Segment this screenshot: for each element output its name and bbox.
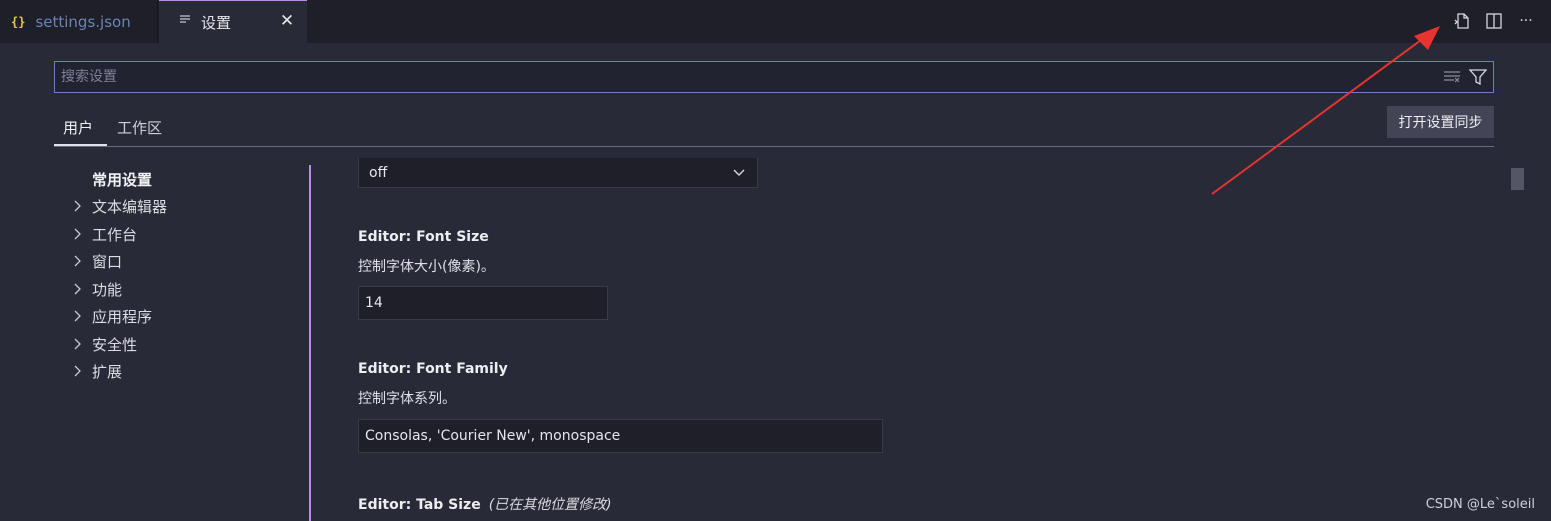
search-input[interactable] — [61, 62, 1431, 92]
tab-size-title-text: Editor: Tab Size — [358, 497, 481, 513]
chevron-right-icon — [70, 309, 84, 323]
json-braces-icon: {} — [11, 14, 26, 29]
toc-item-text-editor[interactable]: 文本编辑器 — [70, 195, 167, 217]
toc-label: 工作台 — [92, 225, 138, 244]
watermark: CSDN @Le`soleil — [1425, 497, 1535, 512]
split-editor-icon[interactable] — [1483, 10, 1505, 32]
close-icon[interactable]: ✕ — [277, 11, 297, 31]
toc-item-window[interactable]: 窗口 — [70, 250, 122, 272]
scrollbar[interactable] — [1511, 168, 1524, 190]
tab-workspace[interactable]: 工作区 — [117, 117, 162, 138]
chevron-right-icon — [70, 282, 84, 296]
chevron-down-icon — [731, 164, 747, 184]
select-value: off — [369, 164, 388, 181]
tab-settings[interactable]: 设置 ✕ — [159, 0, 307, 43]
editor-actions: ··· — [1451, 10, 1537, 32]
font-size-title: Editor: Font Size — [358, 229, 489, 245]
tab-label: settings.json — [35, 12, 131, 31]
toc-item-features[interactable]: 功能 — [70, 278, 122, 300]
toc-item-extensions[interactable]: 扩展 — [70, 360, 122, 382]
clear-filter-icon[interactable] — [1443, 69, 1461, 89]
font-family-title: Editor: Font Family — [358, 361, 508, 377]
chevron-right-icon — [70, 254, 84, 268]
font-family-description: 控制字体系列。 — [358, 391, 456, 407]
tab-bar: {} settings.json 设置 ✕ ··· — [0, 0, 1551, 43]
toc-label: 功能 — [92, 280, 123, 299]
toc-label: 扩展 — [92, 362, 123, 381]
toc-item-common[interactable]: 常用设置 — [92, 168, 152, 190]
toc-item-workbench[interactable]: 工作台 — [70, 223, 137, 245]
font-family-input[interactable] — [358, 419, 883, 453]
open-settings-json-icon[interactable] — [1451, 10, 1473, 32]
more-actions-icon[interactable]: ··· — [1515, 10, 1537, 32]
list-icon — [179, 14, 191, 30]
chevron-right-icon — [70, 199, 84, 213]
toc-label: 应用程序 — [92, 307, 153, 326]
filter-icon[interactable] — [1468, 68, 1488, 90]
chevron-right-icon — [70, 227, 84, 241]
search-box — [54, 61, 1494, 93]
tab-label: 设置 — [201, 13, 232, 32]
toc-label: 安全性 — [92, 335, 138, 354]
tab-settings-json[interactable]: {} settings.json — [0, 0, 158, 43]
toc-label: 文本编辑器 — [92, 197, 168, 216]
font-size-input[interactable] — [358, 286, 608, 320]
tab-user[interactable]: 用户 — [63, 117, 93, 138]
font-size-description: 控制字体大小(像素)。 — [358, 259, 495, 275]
tab-size-title: Editor: Tab Size (已在其他位置修改) — [358, 494, 612, 514]
open-settings-sync-button[interactable]: 打开设置同步 — [1387, 106, 1494, 138]
divider — [54, 146, 1494, 147]
setting-select[interactable]: off — [358, 158, 758, 188]
toc-item-application[interactable]: 应用程序 — [70, 305, 152, 327]
chevron-right-icon — [70, 337, 84, 351]
focused-setting-indicator — [309, 165, 311, 521]
toc-item-security[interactable]: 安全性 — [70, 333, 137, 355]
modified-elsewhere-note[interactable]: (已在其他位置修改) — [489, 497, 612, 513]
toc-label: 窗口 — [92, 252, 123, 271]
chevron-right-icon — [70, 364, 84, 378]
